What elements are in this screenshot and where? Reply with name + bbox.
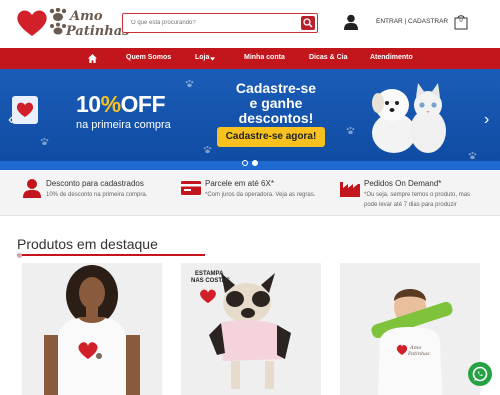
feature-installments-title: Parcele em até 6X* bbox=[205, 179, 274, 188]
user-icon bbox=[23, 179, 41, 198]
site-header: Amo Patinhas ENTRAR | CADASTRAR 0 bbox=[0, 0, 500, 48]
feature-on-demand-sub2: pode levar até 7 dias para produzir bbox=[364, 202, 457, 208]
product-image-dog bbox=[209, 273, 291, 389]
paw-logo-icon bbox=[49, 8, 67, 35]
logo-text-patinhas: Patinhas bbox=[66, 24, 130, 39]
offer-value: 10 bbox=[76, 91, 101, 117]
feature-discount-sub: 10% de desconto na primeira compra. bbox=[46, 192, 148, 198]
promo-banner[interactable]: 10%OFF na primeira compra Cadastre-se e … bbox=[0, 69, 500, 170]
signup-line-3: descontos! bbox=[238, 110, 314, 126]
product-image-boy bbox=[371, 289, 453, 395]
offer-word: OFF bbox=[120, 91, 166, 117]
main-nav: Quem Somos Loja Minha conta Dicas & Cia … bbox=[0, 48, 500, 69]
feature-installments-sub: *Com juros da operadora. Veja as regras. bbox=[205, 192, 316, 198]
signup-cta-button[interactable]: Cadastre-se agora! bbox=[217, 127, 325, 147]
search-input[interactable] bbox=[131, 17, 301, 29]
feature-discount-title: Desconto para cadastrados bbox=[46, 179, 144, 188]
paw-decoration-icon bbox=[203, 145, 212, 154]
search-button[interactable] bbox=[301, 16, 315, 30]
paw-decoration-icon bbox=[468, 151, 477, 160]
login-register-link[interactable]: ENTRAR | CADASTRAR bbox=[376, 18, 448, 25]
logo-text-amo: Amo bbox=[70, 9, 103, 24]
banner-bottom-strip bbox=[0, 161, 500, 170]
slide-dot-1[interactable] bbox=[242, 160, 248, 166]
offer-percent: % bbox=[100, 91, 121, 117]
card3-logo-text-2: Patinhas bbox=[408, 351, 430, 357]
feature-on-demand-title: Pedidos On Demand* bbox=[364, 179, 442, 188]
paw-decoration-icon bbox=[346, 126, 355, 135]
nav-dicas[interactable]: Dicas & Cia bbox=[309, 54, 348, 61]
cart-button[interactable]: 0 bbox=[454, 14, 468, 30]
search-icon bbox=[303, 18, 313, 28]
product-card-boy-tshirt[interactable]: Amo Patinhas bbox=[340, 263, 480, 395]
heart-icon bbox=[16, 102, 34, 117]
features-bar: Desconto para cadastrados 10% de descont… bbox=[0, 170, 500, 216]
section-title-underline bbox=[17, 254, 205, 256]
puppy-kitten-image bbox=[372, 83, 446, 153]
signup-line-1: Cadastre-se bbox=[235, 80, 317, 96]
section-title-featured: Produtos em destaque bbox=[17, 236, 158, 252]
credit-card-icon bbox=[181, 181, 201, 195]
offer-subtitle: na primeira compra bbox=[76, 119, 171, 131]
home-icon[interactable] bbox=[88, 54, 97, 63]
product-image-woman bbox=[44, 265, 140, 395]
whatsapp-icon bbox=[472, 366, 488, 382]
offer-headline: 10%OFF bbox=[76, 91, 166, 118]
section-title-paw bbox=[17, 253, 22, 258]
slide-dot-2[interactable] bbox=[252, 160, 258, 166]
signup-headline: Cadastre-se e ganhe descontos! bbox=[220, 81, 332, 126]
heart-logo-icon bbox=[17, 10, 47, 36]
nav-atendimento[interactable]: Atendimento bbox=[370, 54, 413, 61]
cart-count: 0 bbox=[459, 18, 463, 24]
product-card-dog-shirt[interactable]: ESTAMPA NAS COSTAS bbox=[181, 263, 321, 395]
feature-on-demand-sub: *Ou seja, sempre temos o produto, mas bbox=[364, 192, 471, 198]
site-logo[interactable]: Amo Patinhas bbox=[16, 6, 129, 42]
banner-prev-arrow[interactable]: ‹ bbox=[8, 111, 13, 129]
paw-decoration-icon bbox=[185, 79, 194, 88]
search-bar bbox=[122, 13, 318, 33]
nav-quem-somos[interactable]: Quem Somos bbox=[126, 54, 171, 61]
chevron-down-icon bbox=[210, 57, 215, 61]
banner-next-arrow[interactable]: › bbox=[484, 111, 489, 129]
paw-decoration-icon bbox=[40, 137, 49, 146]
user-account-icon[interactable] bbox=[344, 14, 358, 30]
nav-loja[interactable]: Loja bbox=[195, 54, 209, 61]
whatsapp-button[interactable] bbox=[468, 362, 492, 386]
signup-line-2: e ganhe bbox=[249, 95, 303, 111]
nav-minha-conta[interactable]: Minha conta bbox=[244, 54, 285, 61]
banner-heart-badge bbox=[12, 96, 38, 124]
product-card-woman-tshirt[interactable] bbox=[22, 263, 162, 395]
factory-icon bbox=[340, 182, 360, 197]
